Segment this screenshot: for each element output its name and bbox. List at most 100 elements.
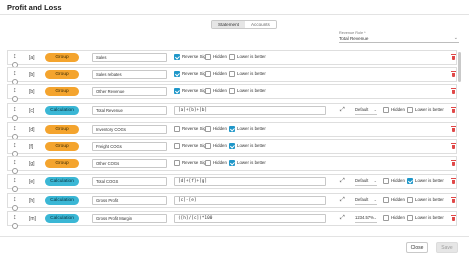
expand-icon[interactable]: ⤢ (340, 107, 345, 113)
drag-handle-icon[interactable]: ↕ (13, 142, 17, 150)
save-button[interactable]: Save (436, 242, 458, 253)
hidden-checkbox[interactable] (383, 197, 389, 203)
hidden-checkbox[interactable] (205, 88, 211, 94)
row-name-input[interactable]: Total COGS (92, 177, 167, 186)
lower-is-better-checkbox[interactable] (229, 143, 235, 149)
trash-icon[interactable] (451, 215, 456, 221)
number-format-select[interactable]: Default ⌄ (355, 177, 377, 186)
row-name-input[interactable]: Sales rebates (92, 70, 167, 79)
hidden-checkbox[interactable] (205, 71, 211, 77)
lower-is-better-checkbox[interactable] (407, 178, 413, 184)
tab-statement[interactable]: Statement (212, 21, 245, 28)
reverse-sign-checkbox[interactable] (174, 160, 180, 166)
hidden-checkbox[interactable] (205, 126, 211, 132)
number-format-select[interactable]: 1234.57% ⌄ (355, 214, 377, 223)
row-variable: [b] (29, 72, 35, 78)
scrollbar[interactable] (458, 52, 461, 82)
connector-handle-icon[interactable] (12, 186, 18, 192)
number-format-select[interactable]: Default ⌄ (355, 106, 377, 115)
row-type-badge[interactable]: Group (45, 125, 79, 134)
reverse-sign-checkbox[interactable] (174, 54, 180, 60)
row-formula-input[interactable]: [a]+[b]+[b] (174, 106, 326, 115)
trash-icon[interactable] (451, 178, 456, 184)
lower-is-better-checkbox[interactable] (229, 71, 235, 77)
hidden-checkbox[interactable] (383, 107, 389, 113)
chevron-down-icon: ⌄ (453, 35, 458, 41)
expand-icon[interactable]: ⤢ (340, 178, 345, 184)
lower-is-better-checkbox[interactable] (407, 215, 413, 221)
row-type-badge[interactable]: Group (45, 87, 79, 96)
reverse-sign-checkbox[interactable] (174, 71, 180, 77)
row-variable: [d] (29, 127, 35, 133)
reverse-sign-checkbox[interactable] (174, 143, 180, 149)
hidden-checkbox[interactable] (383, 215, 389, 221)
hidden-checkbox[interactable] (205, 160, 211, 166)
drag-handle-icon[interactable]: ↕ (13, 177, 17, 185)
trash-icon[interactable] (451, 160, 456, 166)
drag-handle-icon[interactable]: ↕ (13, 70, 17, 78)
table-row: ↕ [c] Calculation Total Revenue [a]+[b]+[b] ⤢… (7, 103, 457, 121)
row-name-input[interactable]: Other Revenue (92, 87, 167, 96)
connector-handle-icon[interactable] (12, 115, 18, 121)
hidden-label: Hidden (213, 88, 227, 93)
row-name-input[interactable]: Sales (92, 53, 167, 62)
row-name-input[interactable]: Total Revenue (92, 106, 167, 115)
table-row: ↕ [d] Group Inventory COGs Reverse Sign Hidde… (7, 122, 457, 140)
drag-handle-icon[interactable]: ↕ (13, 53, 17, 61)
lower-is-better-checkbox[interactable] (229, 54, 235, 60)
row-variable: [e] (29, 179, 35, 185)
row-name-input[interactable]: Freight COGs (92, 142, 167, 151)
trash-icon[interactable] (451, 88, 456, 94)
row-type-badge[interactable]: Calculation (45, 196, 79, 205)
row-name-input[interactable]: Gross Profit Margin (92, 214, 167, 223)
lower-is-better-checkbox[interactable] (229, 88, 235, 94)
expand-icon[interactable]: ⤢ (340, 197, 345, 203)
lower-is-better-checkbox[interactable] (229, 160, 235, 166)
tab-accounts[interactable]: Accounts (244, 21, 276, 28)
row-name-input[interactable]: Other COGs (92, 159, 167, 168)
trash-icon[interactable] (451, 54, 456, 60)
hidden-checkbox[interactable] (205, 54, 211, 60)
row-formula-input[interactable]: [c]-[e] (174, 196, 326, 205)
trash-icon[interactable] (451, 197, 456, 203)
row-type-badge[interactable]: Group (45, 53, 79, 62)
revenue-role-select[interactable]: Total Revenue ⌄ (339, 35, 459, 43)
trash-icon[interactable] (451, 107, 456, 113)
drag-handle-icon[interactable]: ↕ (13, 196, 17, 204)
row-type-badge[interactable]: Calculation (45, 177, 79, 186)
row-type-badge[interactable]: Group (45, 142, 79, 151)
trash-icon[interactable] (451, 71, 456, 77)
row-type-badge[interactable]: Calculation (45, 214, 79, 223)
reverse-sign-checkbox[interactable] (174, 88, 180, 94)
drag-handle-icon[interactable]: ↕ (13, 106, 17, 114)
row-formula-input[interactable]: ([h]/[c])*100 (174, 214, 326, 223)
drag-handle-icon[interactable]: ↕ (13, 214, 17, 222)
lower-is-better-label: Lower is better (237, 126, 266, 131)
expand-icon[interactable]: ⤢ (340, 215, 345, 221)
dialog-header: Profit and Loss (0, 0, 469, 15)
chevron-down-icon: ⌄ (373, 215, 377, 220)
trash-icon[interactable] (451, 143, 456, 149)
hidden-checkbox[interactable] (205, 143, 211, 149)
lower-is-better-checkbox[interactable] (407, 197, 413, 203)
drag-handle-icon[interactable]: ↕ (13, 159, 17, 167)
connector-handle-icon[interactable] (12, 223, 18, 229)
number-format-select[interactable]: Default ⌄ (355, 196, 377, 205)
lower-is-better-checkbox[interactable] (407, 107, 413, 113)
row-name-input[interactable]: Inventory COGs (92, 125, 167, 134)
row-type-badge[interactable]: Group (45, 70, 79, 79)
hidden-checkbox[interactable] (383, 178, 389, 184)
reverse-sign-checkbox[interactable] (174, 126, 180, 132)
row-variable: [m] (29, 216, 36, 222)
drag-handle-icon[interactable]: ↕ (13, 125, 17, 133)
row-name-input[interactable]: Gross Profit (92, 196, 167, 205)
lower-is-better-checkbox[interactable] (229, 126, 235, 132)
row-formula-input[interactable]: [d]+[f]+[g] (174, 177, 326, 186)
trash-icon[interactable] (451, 126, 456, 132)
row-type-badge[interactable]: Calculation (45, 106, 79, 115)
lower-is-better-label: Lower is better (237, 143, 266, 148)
connector-handle-icon[interactable] (12, 96, 18, 102)
row-type-badge[interactable]: Group (45, 159, 79, 168)
drag-handle-icon[interactable]: ↕ (13, 87, 17, 95)
close-button[interactable]: Close (406, 242, 428, 253)
